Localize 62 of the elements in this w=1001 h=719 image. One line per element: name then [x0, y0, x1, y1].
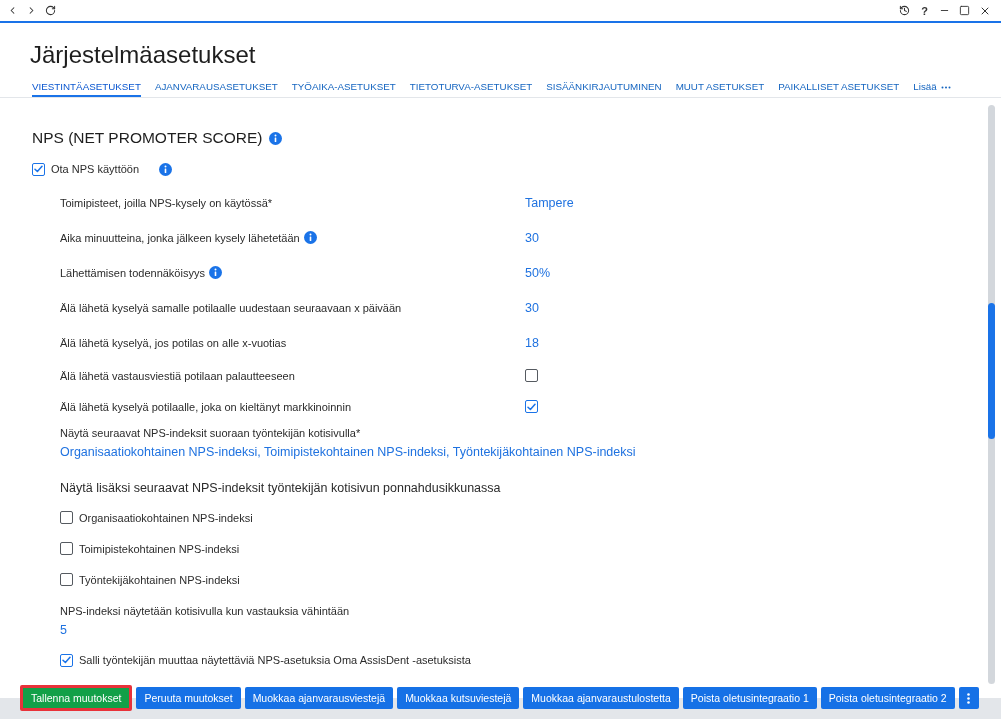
check-icon [34, 165, 43, 173]
more-button[interactable] [958, 687, 979, 709]
vertical-dots-icon [967, 692, 971, 704]
checkbox-label: Organisaatiokohtainen NPS-indeksi [79, 510, 253, 525]
maximize-icon[interactable] [959, 5, 970, 16]
save-button[interactable]: Tallenna muutokset [20, 685, 133, 711]
check-icon [62, 656, 71, 664]
checkbox-label: Ota NPS käyttöön [51, 162, 140, 176]
ellipsis-icon [940, 86, 951, 89]
checkbox-label: Työntekijäkohtainen NPS-indeksi [79, 572, 240, 587]
checkbox[interactable] [60, 573, 73, 586]
field-label: NPS-indeksi näytetään kotisivulla kun vastauksia vähintään [60, 604, 350, 618]
action-button[interactable]: Poista oletusintegraatio 2 [820, 687, 955, 709]
setting-value[interactable]: 18 [525, 333, 539, 352]
checkbox[interactable] [32, 162, 45, 176]
page-title: Järjestelmäasetukset [30, 40, 256, 70]
action-button[interactable]: Muokkaa kutsuviestejä [397, 687, 520, 709]
subsection-title: Näytä lisäksi seuraavat NPS-indeksit työntekijän kotisivun ponnahdusikkunassa [60, 480, 501, 497]
settings-tab[interactable]: PAIKALLISET ASETUKSET [778, 80, 900, 97]
index-selection-value[interactable]: Organisaatiokohtainen NPS-indeksi, Toimipistekohtainen NPS-indeksi, Työntekijäkohtainen NPS-indeksi [60, 443, 636, 461]
checkbox[interactable] [60, 653, 73, 667]
settings-tab[interactable]: SISÄÄNKIRJAUTUMINEN [546, 80, 662, 97]
info-icon[interactable] [208, 266, 222, 279]
info-icon[interactable] [268, 131, 282, 145]
checkbox-label: Toimipistekohtainen NPS-indeksi [79, 541, 240, 556]
history-icon[interactable] [899, 5, 910, 16]
check-icon [527, 402, 536, 411]
refresh-icon[interactable] [45, 5, 56, 16]
action-button[interactable]: Peruuta muutokset [136, 687, 241, 709]
action-button[interactable]: Muokkaa ajanvarausviestejä [244, 687, 394, 709]
more-tab[interactable]: Lisää [913, 80, 951, 97]
checkbox[interactable] [525, 369, 538, 382]
checkbox[interactable] [60, 511, 73, 524]
settings-tab[interactable]: AJANVARAUSASETUKSET [154, 80, 278, 97]
setting-label: Älä lähetä kyselyä, jos potilas on alle x-vuotias [60, 335, 287, 350]
setting-label: Älä lähetä kyselyä samalle potilaalle uudestaan seuraavaan x päivään [60, 300, 402, 315]
setting-value[interactable]: 30 [525, 228, 539, 247]
settings-tab[interactable]: TIETOTURVA-ASETUKSET [409, 80, 533, 97]
setting-label: Toimipisteet, joilla NPS-kysely on käytössä* [60, 195, 273, 210]
setting-label: Älä lähetä vastausviestiä potilaan palautteeseen [60, 368, 295, 383]
settings-tab[interactable]: MUUT ASETUKSET [675, 80, 765, 97]
scrollbar-thumb[interactable] [988, 303, 995, 439]
section-title: NPS (NET PROMOTER SCORE) [32, 128, 263, 148]
min-responses-value[interactable]: 5 [60, 621, 67, 639]
settings-tab[interactable]: TYÖAIKA-ASETUKSET [291, 80, 396, 97]
info-icon[interactable] [303, 231, 317, 244]
setting-label: Älä lähetä kyselyä potilaalle, joka on kieltänyt markkinoinnin [60, 399, 352, 414]
setting-label: Aika minuutteina, jonka jälkeen kysely lähetetään [60, 230, 300, 245]
action-button[interactable]: Poista oletusintegraatio 1 [682, 687, 817, 709]
field-label: Näytä seuraavat NPS-indeksit suoraan työntekijän kotisivulla* [60, 426, 361, 440]
checkbox[interactable] [525, 400, 538, 413]
setting-value[interactable]: Tampere [525, 193, 574, 212]
scrollbar-track[interactable] [988, 105, 995, 684]
checkbox-label: Salli työntekijän muuttaa näytettäviä NPS-asetuksia Oma AssisDent -asetuksista [79, 653, 471, 667]
info-icon[interactable] [159, 162, 173, 176]
setting-label: Lähettämisen todennäköisyys [60, 265, 205, 280]
settings-tab[interactable]: VIESTINTÄASETUKSET [32, 80, 141, 97]
setting-value[interactable]: 50% [525, 263, 551, 282]
help-button[interactable]: ? [919, 3, 930, 18]
setting-value[interactable]: 30 [525, 298, 539, 317]
checkbox[interactable] [60, 542, 73, 555]
action-button[interactable]: Muokkaa ajanvaraustulostetta [523, 687, 679, 709]
